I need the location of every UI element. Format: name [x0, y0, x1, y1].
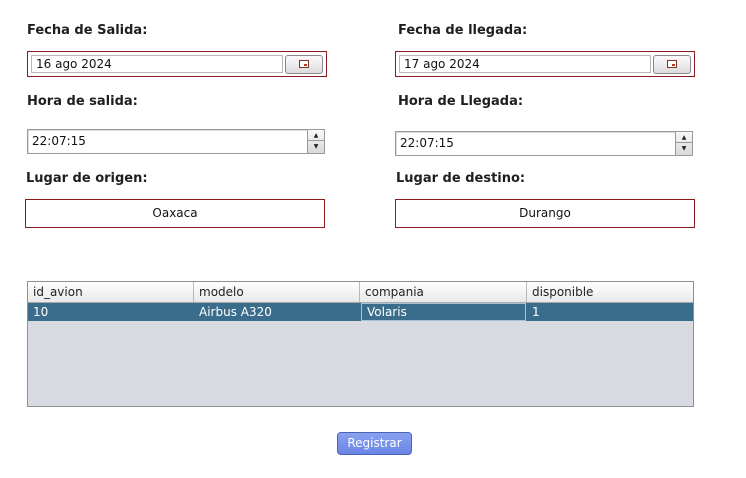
aircraft-table[interactable]: id_avion modelo compania disponible 10 A… [27, 281, 694, 407]
arrival-date-label: Fecha de llegada: [398, 23, 528, 38]
column-header-disponible[interactable]: disponible [527, 282, 693, 302]
arrival-date-input[interactable]: 17 ago 2024 [399, 55, 651, 73]
departure-time-label: Hora de salida: [27, 94, 138, 109]
spinner-up-icon[interactable]: ▲ [676, 132, 692, 143]
spinner-down-icon[interactable]: ▼ [308, 141, 324, 152]
calendar-icon [299, 60, 309, 68]
column-header-compania[interactable]: compania [360, 282, 527, 302]
departure-date-label: Fecha de Salida: [27, 23, 148, 38]
calendar-icon [667, 60, 677, 68]
departure-time-value[interactable]: 22:07:15 [32, 130, 86, 153]
arrival-time-label: Hora de Llegada: [398, 94, 524, 109]
departure-date-picker: 16 ago 2024 [27, 51, 327, 77]
departure-time-spin-buttons: ▲ ▼ [307, 130, 324, 153]
table-cell-id-avion[interactable]: 10 [28, 303, 194, 321]
column-header-modelo[interactable]: modelo [194, 282, 360, 302]
spinner-down-icon[interactable]: ▼ [676, 143, 692, 154]
origin-field[interactable]: Oaxaca [25, 199, 325, 228]
destination-label: Lugar de destino: [396, 171, 526, 186]
table-cell-disponible[interactable]: 1 [527, 303, 693, 321]
column-header-id-avion[interactable]: id_avion [28, 282, 194, 302]
origin-label: Lugar de origen: [26, 171, 148, 186]
arrival-date-picker: 17 ago 2024 [395, 51, 695, 77]
arrival-time-spinner[interactable]: 22:07:15 ▲ ▼ [395, 131, 693, 156]
table-cell-compania[interactable]: Volaris [361, 303, 526, 321]
table-cell-modelo[interactable]: Airbus A320 [194, 303, 360, 321]
departure-time-spinner[interactable]: 22:07:15 ▲ ▼ [27, 129, 325, 154]
destination-field[interactable]: Durango [395, 199, 695, 228]
arrival-time-value[interactable]: 22:07:15 [400, 132, 454, 155]
spinner-up-icon[interactable]: ▲ [308, 130, 324, 141]
departure-date-input[interactable]: 16 ago 2024 [31, 55, 283, 73]
table-row[interactable]: 10 Airbus A320 Volaris 1 [28, 303, 693, 321]
departure-calendar-button[interactable] [285, 55, 323, 74]
arrival-calendar-button[interactable] [653, 55, 691, 74]
register-button[interactable]: Registrar [337, 432, 412, 455]
table-header: id_avion modelo compania disponible [28, 282, 693, 303]
arrival-time-spin-buttons: ▲ ▼ [675, 132, 692, 155]
